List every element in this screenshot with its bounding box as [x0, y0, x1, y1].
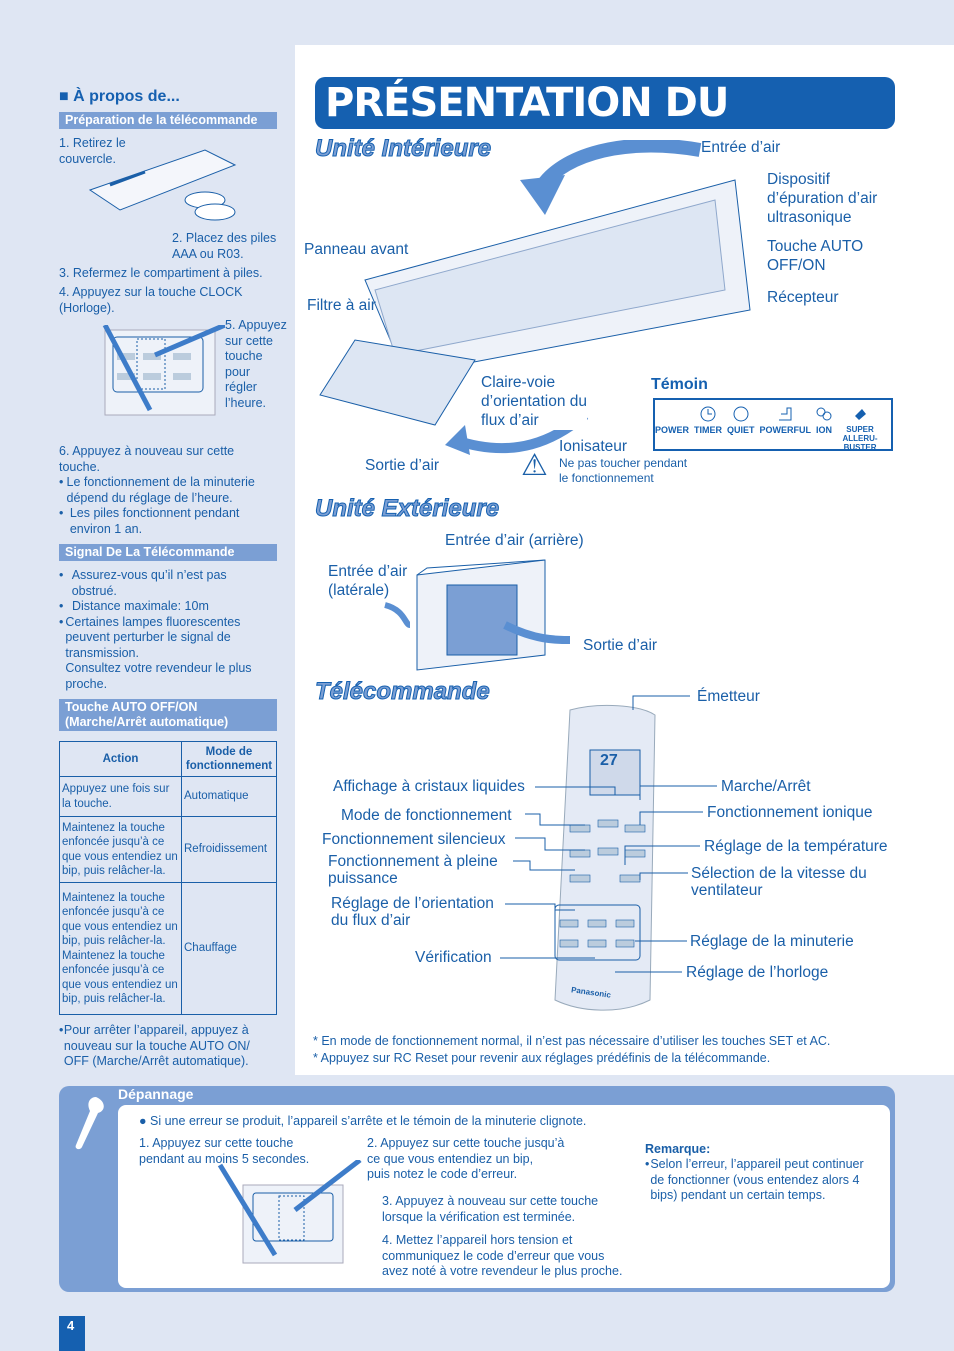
signal-bullets: • Assurez-vous qu’il n’est pas obstrué. •… [59, 568, 271, 692]
quiet-face-icon [733, 406, 749, 422]
table-cell: Maintenez la touche enfoncée jusqu’à ce … [59, 882, 182, 1015]
remote-label-timer: Réglage de la minuterie [690, 933, 854, 950]
bullet-item: • Le fonctionnement de la minuterie dépen… [59, 475, 274, 506]
ion-icon [816, 407, 832, 421]
timer-buttons-illustration [102, 325, 225, 416]
warning-icon: ⚠ [521, 449, 548, 482]
remote-battery-illustration [88, 149, 237, 221]
bullet-text: Certaines lampes fluorescentes peuvent p… [65, 614, 252, 691]
bullet-item: • Certaines lampes fluorescentes peuvent … [59, 615, 271, 693]
prep-step-5: 5. Appuyez sur cette touche pour régler … [225, 318, 287, 410]
label-ionizer: Ionisateur [559, 438, 628, 455]
label-auto-button: Touche AUTO OFF/ON [767, 238, 864, 274]
indicator-quiet: QUIET [727, 406, 755, 435]
bullet-text: Distance maximale: 10m [72, 599, 209, 613]
remote-label-quiet: Fonctionnement silencieux [322, 831, 506, 848]
indicator-ion: ION [816, 406, 832, 435]
footnote-2: * Appuyez sur RC Reset pour revenir aux … [313, 1051, 771, 1065]
remark-body: Selon l’erreur, l’appareil peut continue… [650, 1157, 864, 1202]
remote-label-airflow: Réglage de l’orientation du flux d’air [331, 895, 494, 929]
bullet-text: Les piles fonctionnent pendant environ 1… [69, 506, 240, 536]
alleru-buster-icon [855, 409, 867, 420]
table-cell: Maintenez la touche enfoncée jusqu’à ce … [59, 816, 182, 883]
prep-step-6: 6. Appuyez à nouveau sur cette touche. [59, 444, 235, 474]
prep-step-2: 2. Placez des piles AAA ou R03. [172, 231, 277, 261]
indicator-powerful: POWERFUL [760, 406, 811, 435]
prep-step-3: 3. Refermez le compartiment à piles. [59, 266, 263, 280]
bullet-text: Le fonctionnement de la minuterie dépend… [66, 475, 255, 505]
label-outdoor-air-out: Sortie d’air [583, 637, 658, 654]
remote-label-powerful: Fonctionnement à pleine puissance [328, 853, 498, 887]
auto-note-text: Pour arrêter l’appareil, appuyez à nouve… [63, 1023, 250, 1068]
table-cell: Automatique [181, 776, 277, 817]
table-header: Mode de fonctionnement [181, 741, 277, 777]
remote-label-emitter: Émetteur [697, 688, 760, 705]
indicator-panel: POWER TIMER QUIET POWERFUL ION SUPER ALL… [653, 398, 893, 452]
indicator-timer: TIMER [694, 406, 722, 435]
outdoor-unit-illustration [384, 559, 571, 671]
powerful-icon [779, 407, 792, 421]
label-air-in-side: Entrée d’air (latérale) [328, 563, 408, 599]
auto-title: Touche AUTO OFF/ON (Marche/Arrêt automat… [59, 699, 277, 731]
bullet-item: • Les piles fonctionnent pendant environ … [59, 506, 274, 537]
table-cell: Refroidissement [181, 816, 277, 883]
table-row: Maintenez la touche enfoncée jusqu’à ce … [59, 816, 277, 883]
indicator-super-alleru-buster: SUPER ALLERU-BUSTER [837, 406, 883, 452]
prep-title: Préparation de la télécommande [59, 112, 277, 129]
auto-mode-table: Action Mode de fonctionnement Appuyez une… [59, 741, 277, 1015]
label-warning: Ne pas toucher pendant le fonctionnement [559, 456, 688, 485]
table-row: Maintenez la touche enfoncée jusqu’à ce … [59, 882, 277, 1015]
remark-text: • Selon l’erreur, l’appareil peut continu… [645, 1157, 880, 1204]
remote-label-check: Vérification [415, 949, 492, 966]
remote-label-onoff: Marche/Arrêt [721, 778, 811, 795]
about-heading: ■ À propos de... [59, 88, 180, 105]
check-button-illustration [217, 1160, 362, 1264]
remote-label-temp: Réglage de la température [704, 838, 888, 855]
auto-note: • Pour arrêter l’appareil, appuyez à nouv… [59, 1023, 274, 1070]
footnote-1: * En mode de fonctionnement normal, il n… [313, 1034, 831, 1048]
troubleshoot-step-3: 3. Appuyez à nouveau sur cette touche lo… [382, 1194, 599, 1224]
remark-title: Remarque: [645, 1142, 711, 1156]
bullet-item: • Assurez-vous qu’il n’est pas obstrué. [59, 568, 271, 599]
label-purifier: Dispositif d’épuration d’air ultrasoniqu… [767, 171, 878, 226]
remote-label-lcd: Affichage à cristaux liquides [333, 778, 525, 795]
remote-label-ion: Fonctionnement ionique [707, 804, 873, 821]
troubleshoot-step-2: 2. Appuyez sur cette touche jusqu’à ce q… [367, 1136, 565, 1181]
remote-label-fan-speed: Sélection de la vitesse du ventilateur [691, 865, 867, 899]
table-header-row: Action Mode de fonctionnement [59, 741, 277, 777]
outdoor-title: Unité Extérieure [314, 495, 500, 523]
label-front-panel: Panneau avant [304, 241, 409, 258]
signal-title: Signal De La Télécommande [59, 544, 277, 561]
page-number: 4 [59, 1316, 85, 1351]
table-cell: Chauffage [181, 882, 277, 1015]
indicator-title: Témoin [651, 376, 708, 393]
label-filter: Filtre à air [307, 297, 376, 314]
remote-label-mode: Mode de fonctionnement [341, 807, 512, 824]
table-row: Appuyez une fois sur la touche. Automatiq… [59, 776, 277, 817]
indicator-power: POWER [655, 425, 690, 435]
label-vane: Claire-voie d’orientation du flux d’air [481, 373, 587, 430]
troubleshooting-intro: ● Si une erreur se produit, l’appareil s… [139, 1114, 587, 1128]
prep-bullets: • Le fonctionnement de la minuterie dépen… [59, 475, 274, 537]
label-air-in: Entrée d’air [701, 139, 781, 156]
clock-icon [700, 406, 716, 422]
label-receiver: Récepteur [767, 289, 839, 306]
wrench-icon [75, 1097, 104, 1150]
table-header: Action [59, 741, 182, 777]
troubleshooting-title: Dépannage [118, 1086, 194, 1102]
troubleshoot-step-4: 4. Mettez l’appareil hors tension et com… [382, 1233, 623, 1278]
label-air-in-back: Entrée d’air (arrière) [445, 532, 584, 549]
prep-step-4: 4. Appuyez sur la touche CLOCK (Horloge)… [59, 285, 243, 315]
label-air-out: Sortie d’air [365, 457, 440, 474]
bullet-item: • Distance maximale: 10m [59, 599, 209, 613]
table-cell: Appuyez une fois sur la touche. [59, 776, 182, 817]
bullet-text: Assurez-vous qu’il n’est pas obstrué. [71, 568, 227, 598]
page-title: PRÉSENTATION DU PRODUIT [315, 77, 895, 178]
remote-label-clock: Réglage de l’horloge [686, 964, 829, 981]
